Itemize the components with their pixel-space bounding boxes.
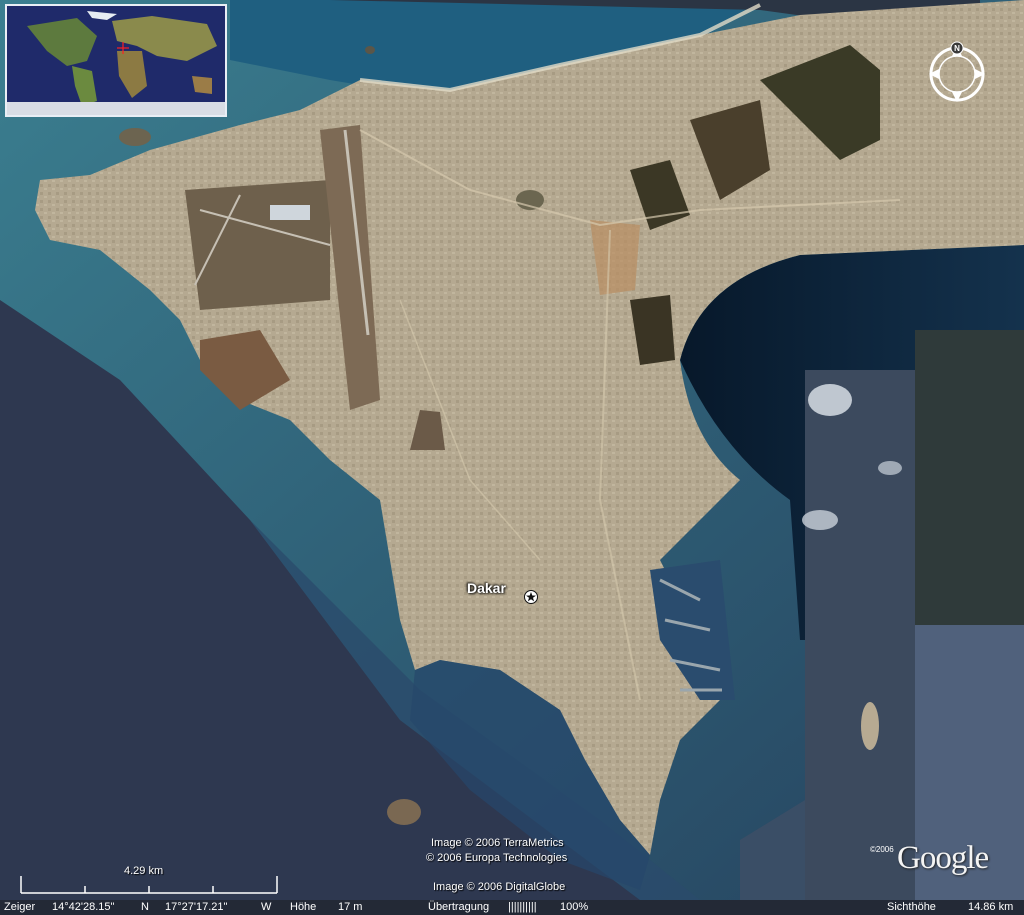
satellite-imagery [0, 0, 1024, 900]
google-logo: Google [897, 840, 989, 876]
eye-altitude-label: Sichthöhe [887, 901, 936, 913]
eye-altitude-value: 14.86 km [968, 901, 1014, 913]
copyright-terrametrics: Image © 2006 TerraMetrics [431, 837, 564, 849]
overview-map[interactable] [5, 4, 227, 117]
compass-north-icon[interactable]: N [923, 40, 991, 108]
elevation-label: Höhe [290, 901, 317, 913]
pointer-latitude: 14°42'28.15" [52, 901, 115, 913]
place-label-dakar[interactable]: Dakar [467, 580, 506, 596]
world-overview-icon [7, 6, 225, 115]
copyright-europa: © 2006 Europa Technologies [426, 852, 568, 864]
streaming-value: 100% [560, 901, 589, 913]
compass-north-letter: N [954, 44, 960, 53]
elevation-value: 17 m [338, 901, 363, 913]
streaming-progress-bar: |||||||||| [508, 901, 537, 913]
scale-bar [20, 876, 278, 894]
pointer-longitude: 17°27'17.21" [165, 901, 228, 913]
map-viewport[interactable] [0, 0, 1024, 900]
status-bar: Zeiger 14°42'28.15" N 17°27'17.21" W Höh… [0, 900, 1024, 915]
star-marker-icon[interactable] [523, 589, 539, 605]
streaming-label: Übertragung [428, 901, 490, 913]
longitude-hemisphere: W [261, 901, 272, 913]
copyright-digitalglobe: Image © 2006 DigitalGlobe [433, 881, 566, 893]
pointer-label: Zeiger [4, 901, 36, 913]
latitude-hemisphere: N [141, 901, 149, 913]
logo-year: ©2006 [870, 845, 894, 854]
